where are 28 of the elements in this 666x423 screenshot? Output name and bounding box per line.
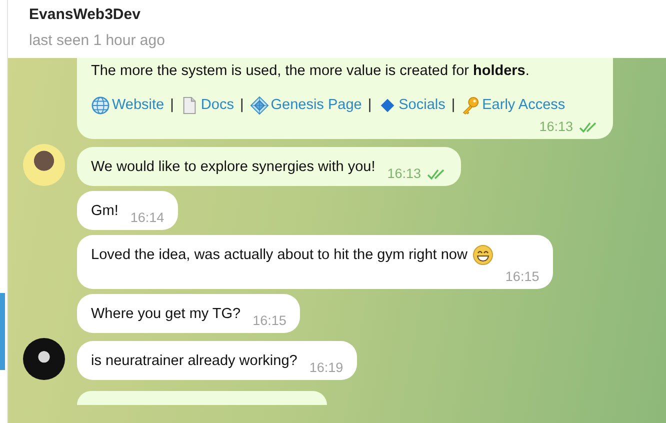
message-link[interactable]: Early Access [482,94,566,116]
tiles-icon [250,96,269,114]
message-link[interactable]: Socials [398,94,446,116]
avatar[interactable] [22,144,64,186]
message-text: Where you get my TG? [91,305,241,324]
separator-text: | [368,96,372,115]
chat-title: EvansWeb3Dev [29,6,142,23]
message-text: is neuratrainer already working? [91,352,298,371]
message-link[interactable]: Docs [200,94,234,116]
message-text: Gm! [91,202,118,221]
message-link[interactable]: Website [112,94,164,116]
globe-icon [91,96,110,114]
key-icon [461,96,480,114]
avatar[interactable] [22,338,64,380]
message-time: 16:15 [505,269,540,284]
last-seen-status: last seen 1 hour ago [29,32,166,49]
message-time: 16:14 [130,210,164,225]
message-link[interactable]: Genesis Page [270,94,362,116]
message-text: Loved the idea, was actually about to hit the gym right now [91,246,468,265]
message-time: 16:13 [387,166,422,181]
message-time: 16:19 [309,360,344,375]
separator-text: | [170,96,174,115]
message-text: We would like to explore synergies with you! [91,158,376,177]
separator-text: | [451,96,456,115]
message-text: The more the system is used, the more value is created for holders. [91,62,530,81]
message-time: 16:13 [539,119,573,134]
separator-text: | [240,96,244,115]
message-time: 16:15 [252,313,286,328]
